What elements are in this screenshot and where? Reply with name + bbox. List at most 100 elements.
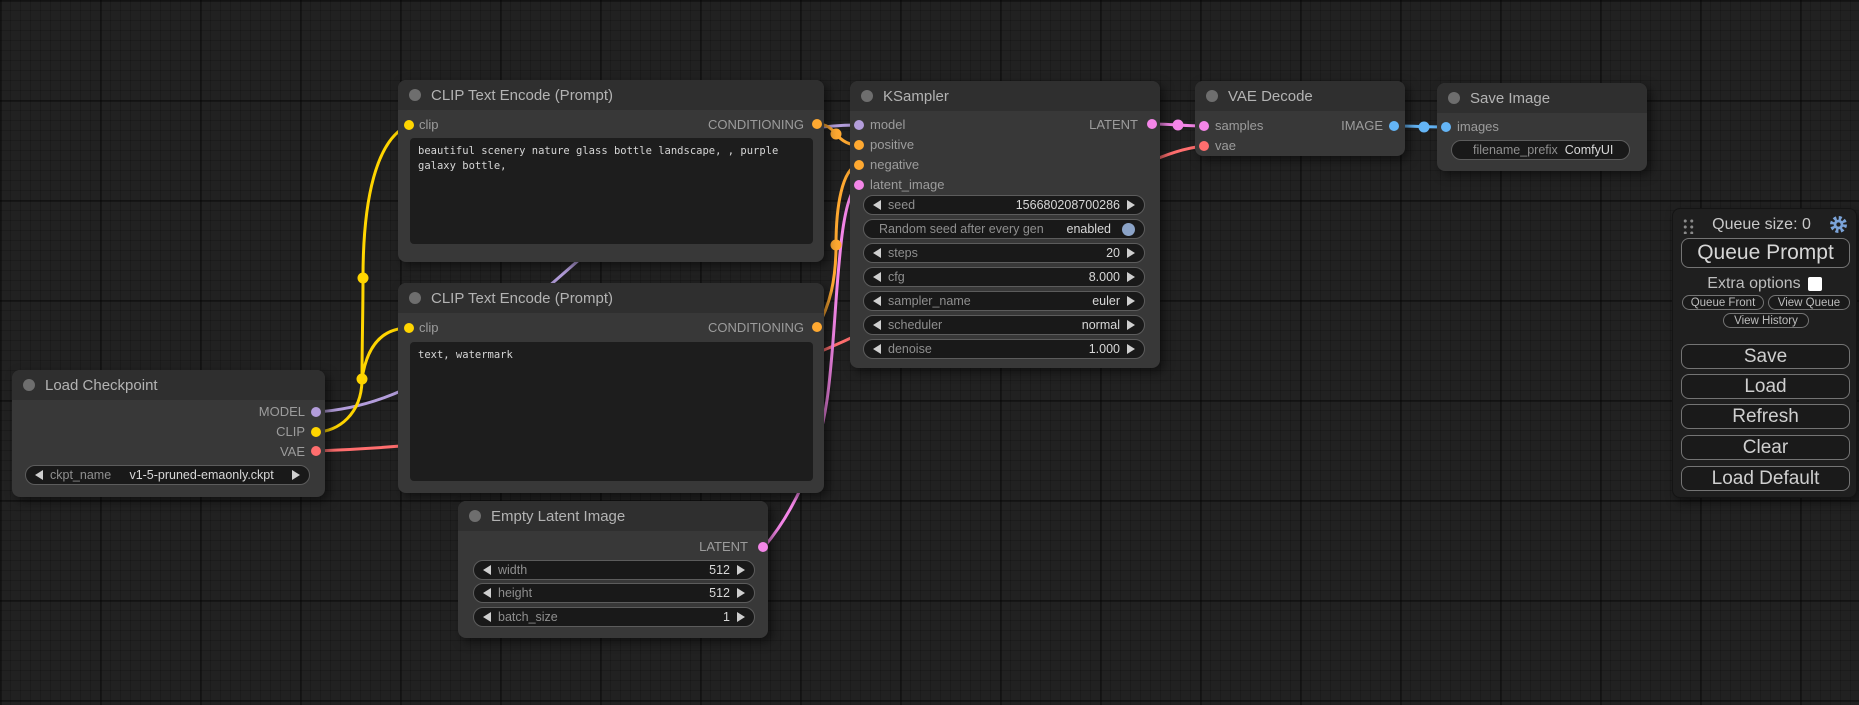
increment-arrow-icon[interactable] — [737, 612, 745, 622]
increment-arrow-icon[interactable] — [737, 565, 745, 575]
increment-arrow-icon[interactable] — [1127, 248, 1135, 258]
toggle-enabled-icon[interactable] — [1122, 223, 1135, 236]
gear-icon[interactable] — [1829, 215, 1848, 234]
decrement-arrow-icon[interactable] — [483, 565, 491, 575]
reroute-dot[interactable] — [358, 273, 369, 284]
node-clip-text-encode-positive[interactable]: CLIP Text Encode (Prompt) clip CONDITION… — [398, 80, 824, 262]
collapse-dot-icon[interactable] — [409, 89, 421, 101]
ckpt-name-widget[interactable]: ckpt_name v1-5-pruned-emaonly.ckpt — [25, 465, 310, 485]
decrement-arrow-icon[interactable] — [873, 272, 881, 282]
reroute-dot[interactable] — [357, 374, 368, 385]
input-label-clip: clip — [419, 117, 439, 133]
collapse-dot-icon[interactable] — [1448, 92, 1460, 104]
node-ksampler[interactable]: KSampler model positive negative latent_… — [850, 81, 1160, 368]
input-slot-positive[interactable] — [854, 140, 864, 150]
filename-prefix-widget[interactable]: filename_prefix ComfyUI — [1451, 140, 1630, 160]
input-slot-latent-image[interactable] — [854, 180, 864, 190]
prompt-text-input[interactable]: beautiful scenery nature glass bottle la… — [410, 138, 813, 244]
decrement-arrow-icon[interactable] — [35, 470, 43, 480]
increment-arrow-icon[interactable] — [1127, 296, 1135, 306]
node-empty-latent-image[interactable]: Empty Latent Image LATENT width 512 heig… — [458, 501, 768, 638]
collapse-dot-icon[interactable] — [469, 510, 481, 522]
input-label-positive: positive — [870, 137, 914, 153]
decrement-arrow-icon[interactable] — [873, 320, 881, 330]
reroute-dot[interactable] — [831, 240, 842, 251]
width-widget[interactable]: width 512 — [473, 560, 755, 580]
node-title: CLIP Text Encode (Prompt) — [431, 87, 613, 104]
input-slot-clip[interactable] — [404, 120, 414, 130]
sampler-name-widget[interactable]: sampler_name euler — [863, 291, 1145, 311]
increment-arrow-icon[interactable] — [1127, 272, 1135, 282]
load-default-button[interactable]: Load Default — [1681, 466, 1850, 491]
increment-arrow-icon[interactable] — [737, 588, 745, 598]
steps-widget[interactable]: steps 20 — [863, 243, 1145, 263]
node-header[interactable]: CLIP Text Encode (Prompt) — [398, 283, 824, 313]
load-button[interactable]: Load — [1681, 374, 1850, 399]
increment-arrow-icon[interactable] — [1127, 320, 1135, 330]
seed-widget[interactable]: seed 156680208700286 — [863, 195, 1145, 215]
scheduler-widget[interactable]: scheduler normal — [863, 315, 1145, 335]
denoise-widget[interactable]: denoise 1.000 — [863, 339, 1145, 359]
input-slot-samples[interactable] — [1199, 121, 1209, 131]
queue-front-button[interactable]: Queue Front — [1682, 295, 1764, 310]
input-slot-negative[interactable] — [854, 160, 864, 170]
increment-arrow-icon[interactable] — [1127, 200, 1135, 210]
view-queue-button[interactable]: View Queue — [1768, 295, 1850, 310]
output-slot-latent[interactable] — [758, 542, 768, 552]
output-slot-clip[interactable] — [311, 427, 321, 437]
input-slot-vae[interactable] — [1199, 141, 1209, 151]
node-header[interactable]: Empty Latent Image — [458, 501, 768, 531]
refresh-button[interactable]: Refresh — [1681, 404, 1850, 429]
input-slot-images[interactable] — [1441, 122, 1451, 132]
drag-handle-icon[interactable] — [1681, 217, 1694, 234]
height-widget[interactable]: height 512 — [473, 583, 755, 603]
output-slot-latent[interactable] — [1147, 119, 1157, 129]
input-label-samples: samples — [1215, 118, 1263, 134]
clear-button[interactable]: Clear — [1681, 435, 1850, 460]
node-clip-text-encode-negative[interactable]: CLIP Text Encode (Prompt) clip CONDITION… — [398, 283, 824, 493]
node-header[interactable]: Save Image — [1437, 83, 1647, 113]
collapse-dot-icon[interactable] — [409, 292, 421, 304]
reroute-dot[interactable] — [1173, 120, 1184, 131]
node-header[interactable]: Load Checkpoint — [12, 370, 325, 400]
decrement-arrow-icon[interactable] — [873, 344, 881, 354]
prompt-text-input[interactable]: text, watermark — [410, 342, 813, 481]
output-slot-conditioning[interactable] — [812, 322, 822, 332]
decrement-arrow-icon[interactable] — [873, 200, 881, 210]
input-label-negative: negative — [870, 157, 919, 173]
node-graph-canvas[interactable]: Load Checkpoint MODEL CLIP VAE ckpt_name… — [0, 0, 1859, 705]
decrement-arrow-icon[interactable] — [873, 296, 881, 306]
node-header[interactable]: CLIP Text Encode (Prompt) — [398, 80, 824, 110]
random-seed-toggle[interactable]: Random seed after every gen enabled — [863, 219, 1145, 239]
decrement-arrow-icon[interactable] — [483, 612, 491, 622]
increment-arrow-icon[interactable] — [1127, 344, 1135, 354]
save-button[interactable]: Save — [1681, 344, 1850, 369]
output-slot-conditioning[interactable] — [812, 119, 822, 129]
input-label-vae: vae — [1215, 138, 1236, 154]
increment-arrow-icon[interactable] — [292, 470, 300, 480]
reroute-dot[interactable] — [831, 129, 842, 140]
batch-size-widget[interactable]: batch_size 1 — [473, 607, 755, 627]
output-slot-image[interactable] — [1389, 121, 1399, 131]
collapse-dot-icon[interactable] — [23, 379, 35, 391]
node-load-checkpoint[interactable]: Load Checkpoint MODEL CLIP VAE ckpt_name… — [12, 370, 325, 497]
collapse-dot-icon[interactable] — [861, 90, 873, 102]
node-vae-decode[interactable]: VAE Decode samples vae IMAGE — [1195, 81, 1405, 156]
decrement-arrow-icon[interactable] — [483, 588, 491, 598]
extra-options-checkbox[interactable] — [1808, 277, 1822, 291]
input-slot-model[interactable] — [854, 120, 864, 130]
reroute-dot[interactable] — [1419, 122, 1430, 133]
output-slot-vae[interactable] — [311, 446, 321, 456]
view-history-button[interactable]: View History — [1723, 313, 1809, 328]
output-slot-model[interactable] — [311, 407, 321, 417]
node-header[interactable]: KSampler — [850, 81, 1160, 111]
output-label-image: IMAGE — [1341, 118, 1383, 134]
cfg-widget[interactable]: cfg 8.000 — [863, 267, 1145, 287]
node-save-image[interactable]: Save Image images filename_prefix ComfyU… — [1437, 83, 1647, 171]
node-header[interactable]: VAE Decode — [1195, 81, 1405, 111]
queue-prompt-button[interactable]: Queue Prompt — [1681, 238, 1850, 268]
decrement-arrow-icon[interactable] — [873, 248, 881, 258]
input-slot-clip[interactable] — [404, 323, 414, 333]
collapse-dot-icon[interactable] — [1206, 90, 1218, 102]
queue-panel[interactable]: Queue size: 0 Queue Prompt Extra options… — [1672, 208, 1857, 498]
